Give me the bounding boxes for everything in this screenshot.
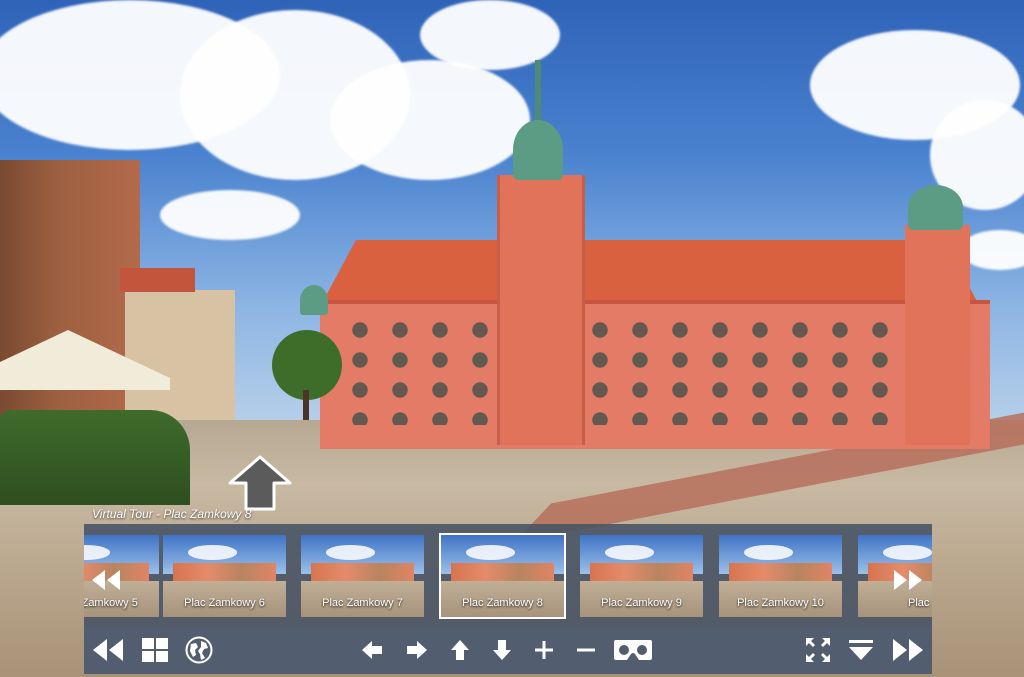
pan-right-button[interactable] [404, 635, 430, 665]
tour-title: Virtual Tour - Plac Zamkowy 8 [92, 507, 252, 521]
thumbnail-label: Plac Zamkowy 8 [462, 597, 543, 609]
thumbnail-plac-zamkowy-10[interactable]: Plac Zamkowy 10 [717, 533, 844, 619]
corner-building [120, 268, 235, 420]
fullscreen-icon [806, 638, 830, 662]
thumbnail-plac-zamkowy-8[interactable]: Plac Zamkowy 8 [439, 533, 566, 619]
pan-down-button[interactable] [489, 635, 515, 665]
tower-spire [535, 60, 541, 125]
plus-icon [535, 641, 553, 659]
cafe-plants [0, 410, 190, 505]
zoom-out-button[interactable] [573, 635, 599, 665]
thumbnail-label: Plac Zamkowy 6 [184, 597, 265, 609]
map-button[interactable] [184, 635, 214, 665]
previous-panorama-button[interactable] [90, 635, 126, 665]
rewind-icon [93, 639, 123, 661]
move-forward-arrow-icon[interactable] [228, 455, 292, 511]
double-chevron-left-icon [92, 570, 120, 590]
small-tower-dome [300, 285, 328, 315]
thumbnails-toggle-button[interactable] [140, 635, 170, 665]
palace-roof [321, 240, 979, 305]
arrow-up-icon [451, 640, 469, 660]
pan-left-button[interactable] [359, 635, 385, 665]
palace-windows [340, 315, 960, 425]
double-chevron-right-icon [894, 570, 922, 590]
thumbnail-plac-zamkowy-6[interactable]: Plac Zamkowy 6 [161, 533, 288, 619]
thumbnail-label: Plac Zamkowy 7 [322, 597, 403, 609]
scroll-thumbnails-right-button[interactable] [890, 565, 926, 595]
hide-panel-button[interactable] [846, 635, 876, 665]
tower-dome [513, 120, 563, 180]
globe-icon [185, 636, 213, 664]
cloud [330, 60, 530, 180]
vr-headset-icon [614, 640, 652, 660]
thumbnail-label: Plac Zamkowy 11 [908, 597, 932, 609]
fullscreen-button[interactable] [804, 635, 832, 665]
arrow-left-icon [362, 641, 382, 659]
hide-panel-icon [849, 640, 873, 660]
thumbnail-label: Plac Zamkowy 9 [601, 597, 682, 609]
zoom-in-button[interactable] [531, 635, 557, 665]
clock-tower [497, 175, 585, 445]
tree-trunk [303, 390, 309, 420]
side-tower [905, 225, 970, 445]
arrow-right-icon [407, 641, 427, 659]
toolbar [84, 627, 932, 674]
side-tower-dome [908, 185, 963, 230]
grid-icon [142, 638, 168, 662]
scroll-thumbnails-left-button[interactable] [88, 565, 124, 595]
thumbnail-strip: Plac Zamkowy 5 Plac Zamkowy 6 Plac Zamko… [84, 533, 932, 623]
next-panorama-button[interactable] [890, 635, 926, 665]
thumbnail-label: Plac Zamkowy 10 [737, 597, 824, 609]
thumbnail-label: Plac Zamkowy 5 [84, 597, 138, 609]
vr-mode-button[interactable] [612, 635, 654, 665]
thumbnail-plac-zamkowy-9[interactable]: Plac Zamkowy 9 [578, 533, 705, 619]
minus-icon [577, 648, 595, 652]
arrow-down-icon [493, 640, 511, 660]
control-panel: Plac Zamkowy 5 Plac Zamkowy 6 Plac Zamko… [84, 524, 932, 674]
fast-forward-icon [893, 639, 923, 661]
thumbnail-plac-zamkowy-7[interactable]: Plac Zamkowy 7 [299, 533, 426, 619]
pan-up-button[interactable] [447, 635, 473, 665]
cloud [160, 190, 300, 240]
